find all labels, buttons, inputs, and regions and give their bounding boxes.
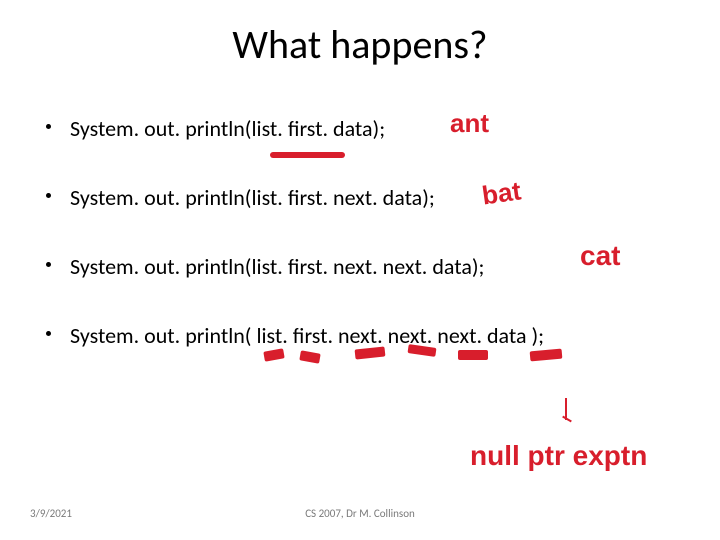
bullet-item: System. out. println(list. first. data); <box>40 115 660 142</box>
underline-stroke-icon <box>270 152 345 158</box>
bullet-item: System. out. println( list. first. next.… <box>40 322 660 349</box>
bullet-dot-icon <box>46 124 51 129</box>
handwritten-annotation: bat <box>480 175 523 211</box>
bullet-item: System. out. println(list. first. next. … <box>40 184 660 211</box>
bullet-dot-icon <box>46 331 51 336</box>
bullet-item: System. out. println(list. first. next. … <box>40 253 660 280</box>
underline-stroke-icon <box>458 350 488 360</box>
bullet-list: System. out. println(list. first. data);… <box>40 115 660 391</box>
footer-course: CS 2007, Dr M. Collinson <box>0 507 720 520</box>
bullet-text: System. out. println(list. first. next. … <box>70 184 435 211</box>
bullet-text: System. out. println(list. first. data); <box>70 115 385 142</box>
bullet-text: System. out. println(list. first. next. … <box>70 253 484 280</box>
bullet-dot-icon <box>46 193 51 198</box>
handwritten-annotation: ant <box>450 108 489 139</box>
mark-stroke-icon <box>562 416 572 423</box>
slide-title: What happens? <box>0 20 720 69</box>
slide: What happens? System. out. println(list.… <box>0 0 720 540</box>
bullet-dot-icon <box>46 262 51 267</box>
handwritten-annotation: null ptr exptn <box>470 440 647 472</box>
handwritten-annotation: cat <box>580 240 620 272</box>
bullet-text: System. out. println( list. first. next.… <box>70 322 544 349</box>
